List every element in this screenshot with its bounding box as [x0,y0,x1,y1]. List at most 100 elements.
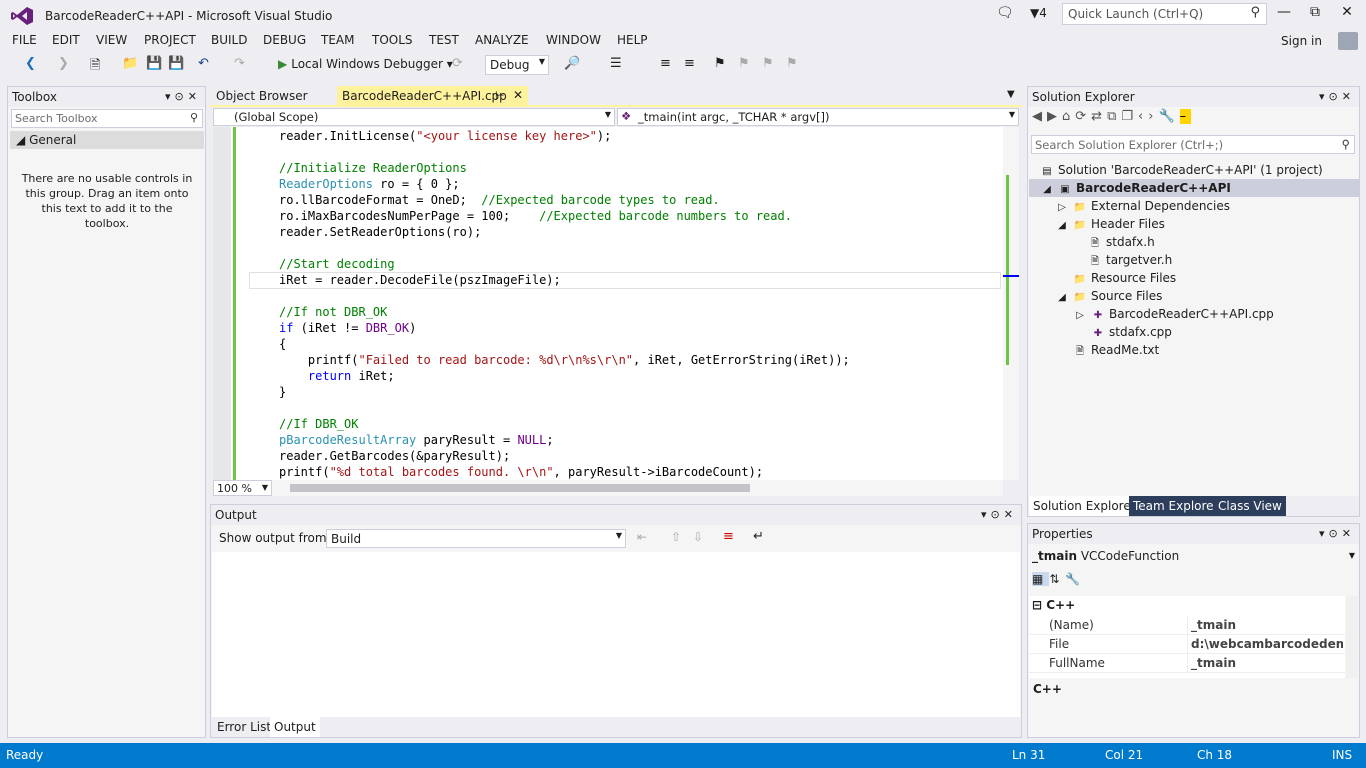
properties-wrench-icon[interactable]: 🔧 [1158,109,1179,124]
menu-tools[interactable]: TOOLS [372,33,413,47]
pin-icon[interactable]: ⊢ [495,89,505,102]
tree-item-barcodereader-cpp[interactable]: ▷ ✚ BarcodeReaderC++API.cpp [1073,307,1274,321]
feedback-flag-icon[interactable]: ▼4 [1030,6,1047,20]
back-icon[interactable]: ◀ [1032,109,1047,124]
solution-explorer-title-bar[interactable]: Solution Explorer ▾⊙✕ [1028,87,1359,107]
horizontal-scroll-thumb[interactable] [290,484,750,492]
tab-error-list[interactable]: Error List [213,719,275,735]
alphabetical-icon[interactable]: ⇅ [1049,572,1065,586]
navigate-back-icon[interactable]: ❮ [25,56,36,71]
output-title-bar[interactable]: Output ▾⊙✕ [211,505,1021,525]
code-editor[interactable]: reader.InitLicense("<your license key he… [213,127,1019,480]
redo-icon[interactable]: ↷ [234,56,245,71]
tab-solution-explorer[interactable]: Solution Explorer [1029,496,1140,516]
code-line[interactable]: //If DBR_OK [279,416,850,432]
solution-explorer-search-input[interactable]: Search Solution Explorer (Ctrl+;) ⚲ [1031,135,1355,154]
tree-item-project[interactable]: ◢ ▣ BarcodeReaderC++API [1040,181,1231,195]
zoom-level-select[interactable]: 100 % ▼ [213,480,272,496]
tab-class-view[interactable]: Class View [1214,496,1286,516]
menu-project[interactable]: PROJECT [144,33,196,47]
tree-item-source-files[interactable]: ◢ 📁 Source Files [1055,289,1162,303]
panel-window-buttons[interactable]: ▾⊙✕ [165,90,201,103]
home-icon[interactable]: ⌂ [1062,109,1075,124]
tab-barcodereader-cpp[interactable]: BarcodeReaderC++API.cpp ⊢ ✕ [337,86,528,106]
open-file-icon[interactable]: 📁 [122,56,138,71]
code-line[interactable]: ​ [279,144,850,160]
show-all-files-icon[interactable]: ❐ [1121,109,1138,124]
code-line[interactable]: ​ [279,400,850,416]
solution-configuration-select[interactable]: Debug ▼ [485,55,549,75]
panel-window-buttons[interactable]: ▾⊙✕ [981,508,1017,521]
code-line[interactable]: printf("Failed to read barcode: %d\r\n%s… [279,352,850,368]
save-all-icon[interactable]: 💾 [168,56,184,71]
minimize-button[interactable]: — [1269,4,1299,26]
code-line[interactable]: return iRet; [279,368,850,384]
menu-window[interactable]: WINDOW [546,33,601,47]
pending-changes-icon[interactable]: ⟳ [1075,109,1091,124]
code-line[interactable]: reader.SetReaderOptions(ro); [279,224,850,240]
tab-output[interactable]: Output [270,717,320,737]
code-line[interactable]: } [279,384,850,400]
tree-item-stdafx-cpp[interactable]: ✚ stdafx.cpp [1091,325,1172,339]
code-line[interactable]: reader.GetBarcodes(&paryResult); [279,448,850,464]
toolbox-title-bar[interactable]: Toolbox ▾⊙✕ [8,87,205,107]
prev-bookmark-icon[interactable]: ⚑ [738,56,750,71]
sync-icon[interactable]: ⇄ [1091,109,1107,124]
property-row-name[interactable]: (Name) _tmain [1029,616,1345,635]
notification-icon[interactable]: 🗨 [996,5,1014,21]
panel-window-buttons[interactable]: ▾⊙✕ [1319,90,1355,103]
next-bookmark-icon[interactable]: ⚑ [762,56,774,71]
menu-build[interactable]: BUILD [211,33,247,47]
code-line[interactable]: reader.InitLicense("<your license key he… [279,128,850,144]
tree-item-external-dependencies[interactable]: ▷ 📁 External Dependencies [1055,199,1230,213]
property-pages-icon[interactable]: 🔧 [1065,572,1086,586]
view-code-icon[interactable]: ‹› [1138,109,1158,124]
code-line[interactable]: //Initialize ReaderOptions [279,160,850,176]
tree-item-readme[interactable]: 🗎 ReadMe.txt [1073,343,1159,361]
property-row-file[interactable]: File d:\webcambarcodedemo\b [1029,635,1345,654]
member-navigation-dropdown[interactable]: ❖ _tmain(int argc, _TCHAR * argv[]) ▼ [617,108,1019,126]
output-source-select[interactable]: Build ▼ [326,529,626,548]
menu-test[interactable]: TEST [429,33,459,47]
menu-view[interactable]: VIEW [96,33,127,47]
toggle-comment-icon[interactable]: ☰ [610,56,622,71]
quick-launch-input[interactable]: Quick Launch (Ctrl+Q) ⚲ [1062,3,1267,25]
menu-help[interactable]: HELP [617,33,648,47]
property-row-fullname[interactable]: FullName _tmain [1029,654,1345,673]
menu-team[interactable]: TEAM [321,33,354,47]
categorized-icon[interactable]: ▦ [1032,572,1050,586]
code-line[interactable]: ReaderOptions ro = { 0 }; [279,176,850,192]
tree-item-stdafx-h[interactable]: 🗎 stdafx.h [1088,235,1155,253]
close-button[interactable]: ✕ [1332,4,1362,26]
close-tab-icon[interactable]: ✕ [513,88,523,102]
code-line[interactable]: ro.llBarcodeFormat = OneD; //Expected ba… [279,192,850,208]
collapse-all-icon[interactable]: ⧉ [1107,109,1121,124]
property-grid-scrollbar[interactable] [1346,596,1358,678]
save-icon[interactable]: 💾 [146,56,162,71]
uncomment-lines-icon[interactable]: ≡ [684,56,695,71]
code-line[interactable]: pBarcodeResultArray paryResult = NULL; [279,432,850,448]
properties-object-select[interactable]: _tmain VCCodeFunction [1032,549,1179,563]
tree-item-resource-files[interactable]: 📁 Resource Files [1073,271,1176,285]
code-line[interactable]: //If not DBR_OK [279,304,850,320]
tab-object-browser[interactable]: Object Browser [216,89,308,103]
code-line[interactable]: if (iRet != DBR_OK) [279,320,850,336]
tab-team-explorer[interactable]: Team Explorer [1129,496,1223,516]
preview-selected-icon[interactable]: – [1179,109,1192,124]
menu-file[interactable]: FILE [12,33,37,47]
code-line[interactable]: { [279,336,850,352]
code-line[interactable]: ro.iMaxBarcodesNumPerPage = 100; //Expec… [279,208,850,224]
sign-in-link[interactable]: Sign in [1281,34,1322,48]
navigate-forward-icon[interactable]: ❯ [58,56,69,71]
indicator-margin[interactable] [213,127,231,480]
menu-analyze[interactable]: ANALYZE [475,33,529,47]
comment-lines-icon[interactable]: ≡ [660,56,671,71]
properties-title-bar[interactable]: Properties ▾⊙✕ [1028,524,1359,544]
next-message-icon[interactable]: ⇩ [693,530,703,544]
refresh-icon[interactable]: ⟳ [452,56,463,71]
tree-item-header-files[interactable]: ◢ 📁 Header Files [1055,217,1165,231]
start-debugging-button[interactable]: ▶ Local Windows Debugger ▾ [278,57,453,71]
document-list-dropdown-icon[interactable]: ▼ [1007,89,1015,100]
scope-navigation-dropdown[interactable]: (Global Scope) ▼ [213,108,615,126]
toolbox-search-input[interactable]: Search Toolbox ⚲ [11,109,203,128]
